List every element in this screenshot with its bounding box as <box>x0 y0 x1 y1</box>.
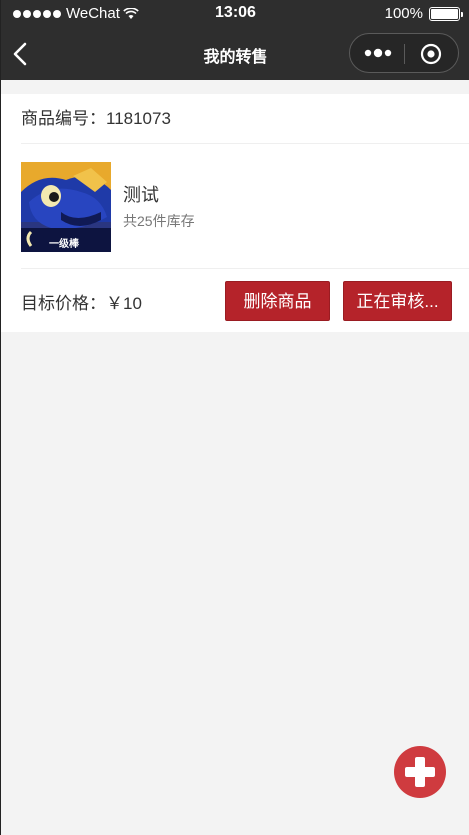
more-dots-icon[interactable] <box>364 47 392 59</box>
resale-item-card: 商品编号：1181073 一级棒 测试 共25件库存 目标价格：￥10 删除商品… <box>1 94 469 332</box>
capsule-divider <box>404 44 405 64</box>
target-price-value: ￥10 <box>106 294 142 313</box>
thumbnail-badge-text: 一级棒 <box>49 237 80 250</box>
review-status-button[interactable]: 正在审核... <box>343 281 452 321</box>
item-code-value: 1181073 <box>106 109 171 128</box>
goods-name: 测试 <box>123 185 159 205</box>
goods-row[interactable]: 一级棒 测试 共25件库存 <box>21 145 469 269</box>
goods-stock: 共25件库存 <box>123 213 195 229</box>
status-bar: WeChat 13:06 100% <box>1 0 469 28</box>
status-right: 100% <box>384 5 463 22</box>
target-price: 目标价格：￥10 <box>21 289 142 314</box>
close-target-icon[interactable] <box>420 43 442 65</box>
target-price-label: 目标价格： <box>21 294 106 313</box>
cartoon-robot-image: 一级棒 <box>21 162 111 252</box>
item-code-row: 商品编号：1181073 <box>21 94 469 144</box>
battery-percent: 100% <box>384 5 423 22</box>
price-row: 目标价格：￥10 删除商品 正在审核... <box>21 270 469 332</box>
item-code-label: 商品编号： <box>21 109 106 128</box>
mini-program-capsule <box>349 33 459 73</box>
goods-thumbnail[interactable]: 一级棒 <box>21 162 111 252</box>
nav-bar: 我的转售 <box>1 28 469 80</box>
battery-icon <box>429 6 463 21</box>
add-item-button[interactable] <box>394 746 446 798</box>
delete-item-button[interactable]: 删除商品 <box>225 281 330 321</box>
